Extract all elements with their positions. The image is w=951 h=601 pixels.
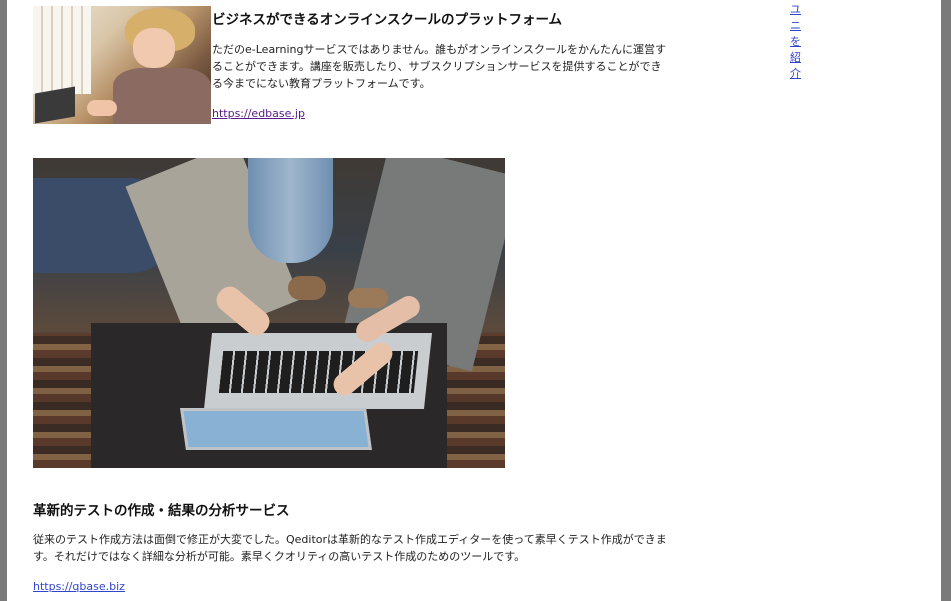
service-2-image <box>33 158 505 468</box>
service-1-image <box>33 6 211 124</box>
window-frame-right <box>941 0 951 601</box>
service-1-description: ただのe-Learningサービスではありません。誰もがオンラインスクールをかん… <box>212 43 666 90</box>
side-nav-link[interactable]: ユニを紹介 <box>790 2 804 82</box>
service-2-title: 革新的テストの作成・結果の分析サービス <box>33 503 290 519</box>
service-1-title: ビジネスができるオンラインスクールのプラットフォーム <box>212 12 563 28</box>
service-1-link[interactable]: https://edbase.jp <box>212 107 305 120</box>
service-2-link[interactable]: https://qbase.biz <box>33 580 125 593</box>
window-frame-left <box>0 0 7 601</box>
service-2-description: 従来のテスト作成方法は面倒で修正が大変でした。Qeditorは革新的なテスト作成… <box>33 533 667 563</box>
